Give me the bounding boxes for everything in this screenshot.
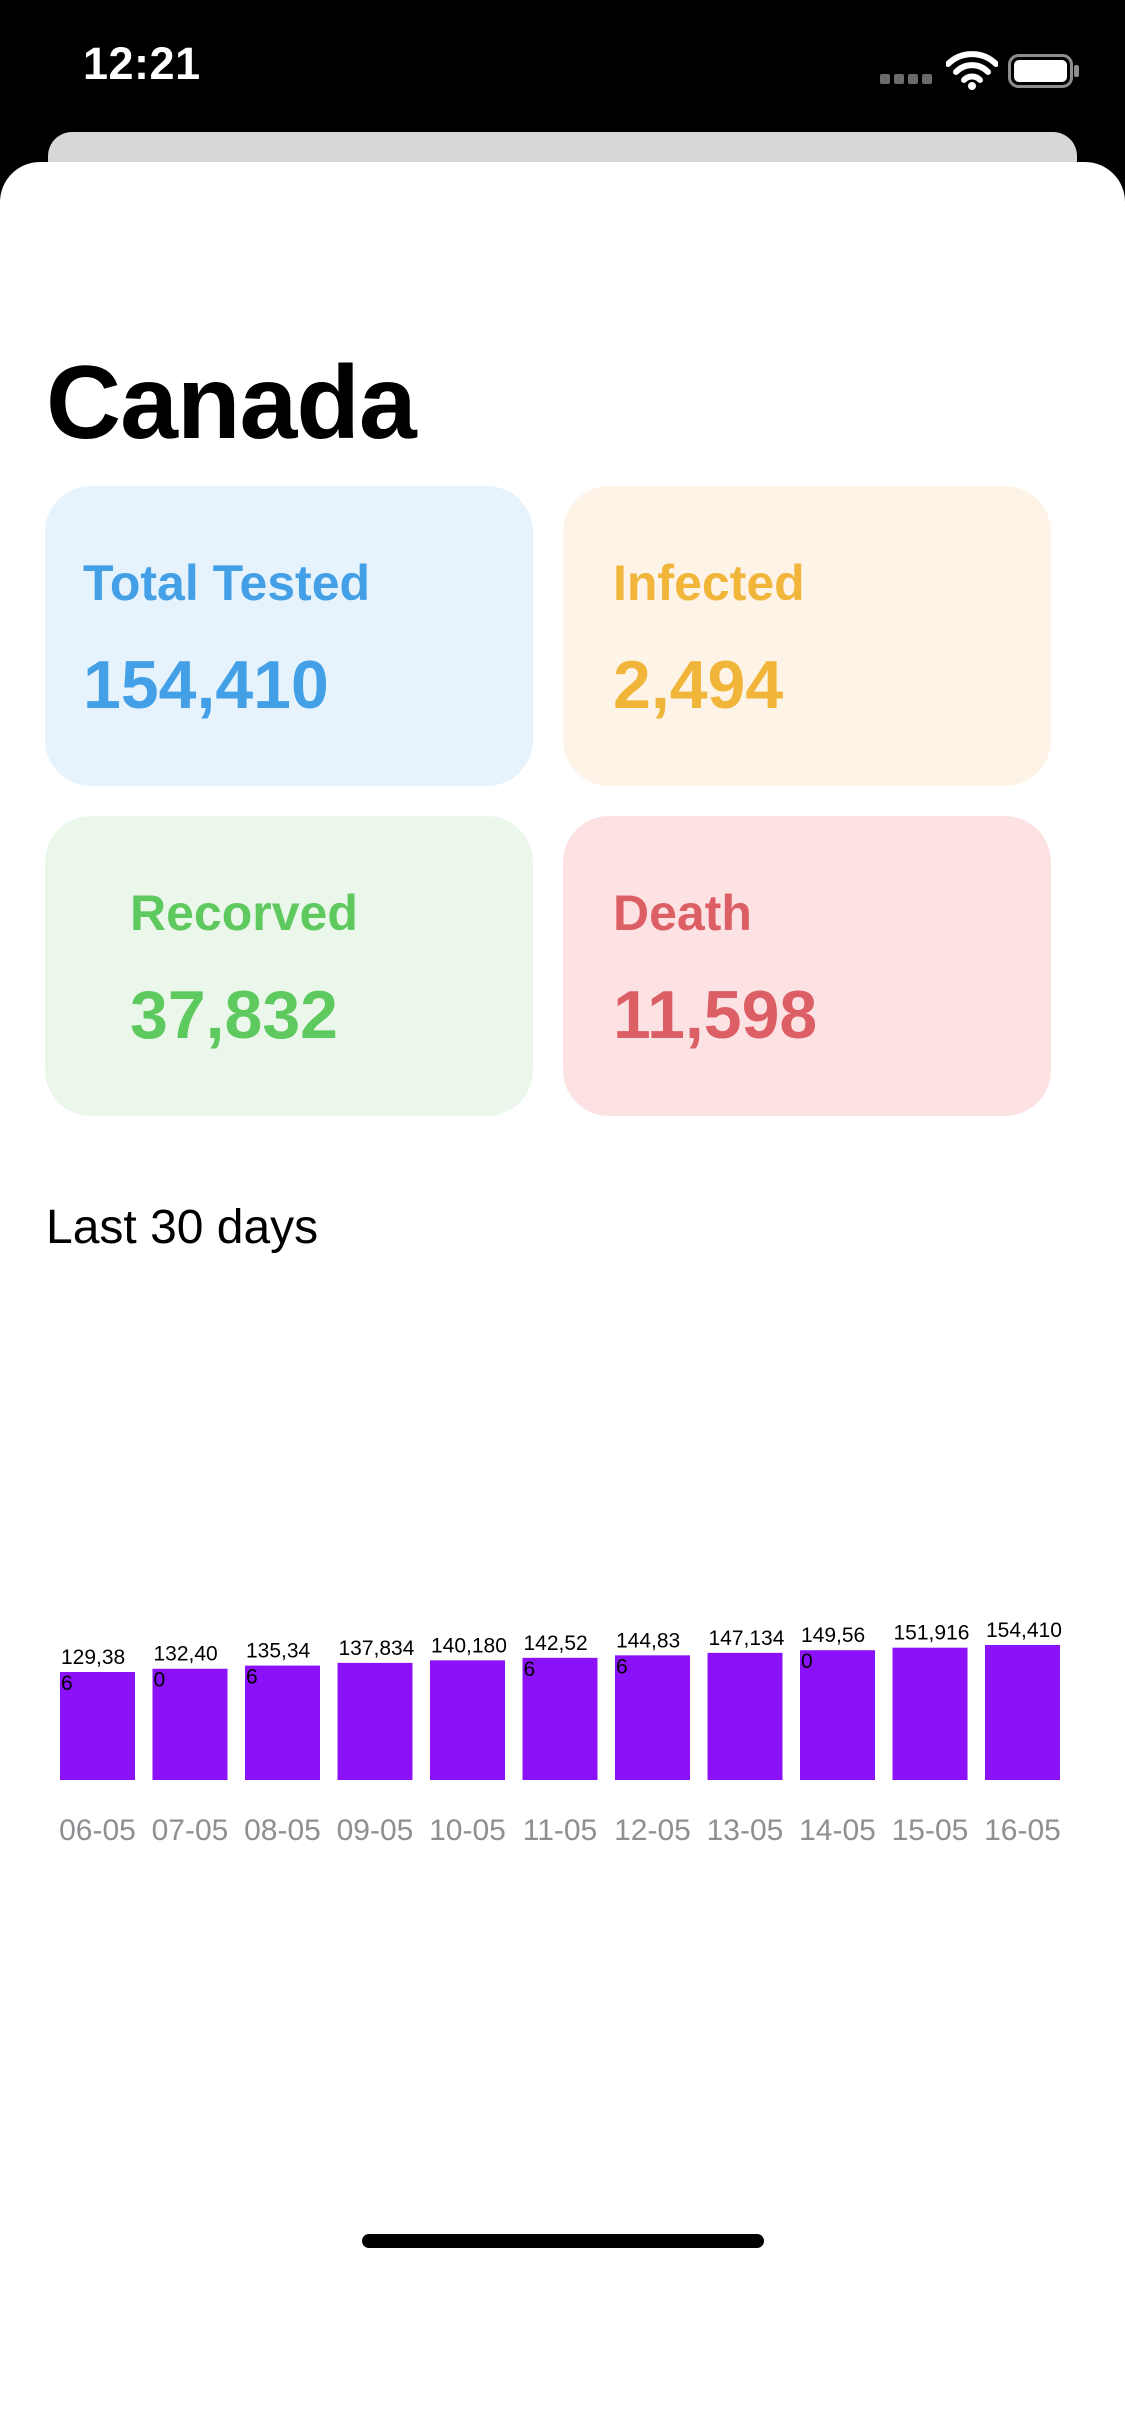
chart-category-label: 06-05 bbox=[59, 1814, 136, 1847]
status-time: 12:21 bbox=[83, 38, 201, 89]
death-label: Death bbox=[613, 885, 752, 941]
total-tested-label: Total Tested bbox=[83, 555, 371, 611]
country-title: Canada bbox=[46, 345, 417, 461]
chart-category-label: 16-05 bbox=[984, 1814, 1061, 1847]
chart-data-label: 142,52 bbox=[524, 1632, 588, 1655]
chart-bar-10-05 bbox=[430, 1660, 505, 1780]
chart-category-label: 15-05 bbox=[892, 1814, 969, 1847]
chart-category-label: 07-05 bbox=[152, 1814, 229, 1847]
recovered-card: Recorved 37,832 bbox=[45, 816, 533, 1116]
death-value: 11,598 bbox=[613, 977, 818, 1053]
chart-data-label: 0 bbox=[154, 1669, 166, 1692]
chart-data-label: 149,56 bbox=[801, 1624, 865, 1647]
chart-category-label: 14-05 bbox=[799, 1814, 876, 1847]
total-tested-value: 154,410 bbox=[83, 647, 329, 723]
chart-title: Last 30 days bbox=[46, 1201, 319, 1254]
chart-data-label: 6 bbox=[616, 1655, 628, 1678]
chart-data-label: 151,916 bbox=[894, 1622, 970, 1645]
infected-label: Infected bbox=[613, 555, 805, 611]
chart-data-label: 154,410 bbox=[986, 1619, 1062, 1642]
recovered-label: Recorved bbox=[130, 885, 358, 941]
chart-bar-13-05 bbox=[707, 1652, 783, 1780]
chart-data-label: 129,38 bbox=[61, 1646, 125, 1669]
chart-data-label: 6 bbox=[61, 1672, 73, 1695]
chart-category-label: 10-05 bbox=[429, 1814, 506, 1847]
battery-icon bbox=[1008, 54, 1079, 88]
chart-category-label: 13-05 bbox=[707, 1814, 784, 1847]
signal-icon bbox=[880, 74, 934, 84]
chart-data-label: 140,180 bbox=[431, 1634, 507, 1657]
chart-category-label: 12-05 bbox=[614, 1814, 691, 1847]
infected-value: 2,494 bbox=[613, 647, 784, 723]
chart-data-label: 6 bbox=[246, 1666, 258, 1689]
infected-card: Infected 2,494 bbox=[563, 486, 1051, 786]
chart-bar-15-05 bbox=[892, 1647, 968, 1780]
death-card: Death 11,598 bbox=[563, 816, 1051, 1116]
chart-data-label: 135,34 bbox=[246, 1640, 311, 1663]
home-indicator[interactable] bbox=[362, 2234, 764, 2248]
recovered-value: 37,832 bbox=[130, 977, 338, 1053]
chart-data-label: 0 bbox=[801, 1650, 813, 1673]
chart-data-label: 147,134 bbox=[709, 1627, 785, 1650]
chart-category-label: 11-05 bbox=[523, 1814, 598, 1847]
country-detail-sheet[interactable]: Canada Total Tested 154,410 Infected 2,4… bbox=[0, 162, 1125, 2436]
last-30-days-bar-chart: 129,38 6 06-05 132,40 0 07-05 135,34 6 08-05 137,… bbox=[59, 1619, 1062, 1847]
total-tested-card: Total Tested 154,410 bbox=[45, 486, 533, 786]
chart-category-label: 08-05 bbox=[244, 1814, 321, 1847]
chart-data-label: 144,83 bbox=[616, 1629, 680, 1652]
chart-bar-09-05 bbox=[337, 1662, 413, 1780]
chart-category-label: 09-05 bbox=[337, 1814, 414, 1847]
chart-data-label: 132,40 bbox=[154, 1643, 218, 1666]
chart-data-label: 137,834 bbox=[339, 1637, 415, 1660]
wifi-icon bbox=[946, 51, 998, 90]
chart-bar-16-05 bbox=[985, 1645, 1060, 1780]
chart-data-label: 6 bbox=[524, 1658, 536, 1681]
status-bar: 12:21 bbox=[0, 0, 1125, 140]
